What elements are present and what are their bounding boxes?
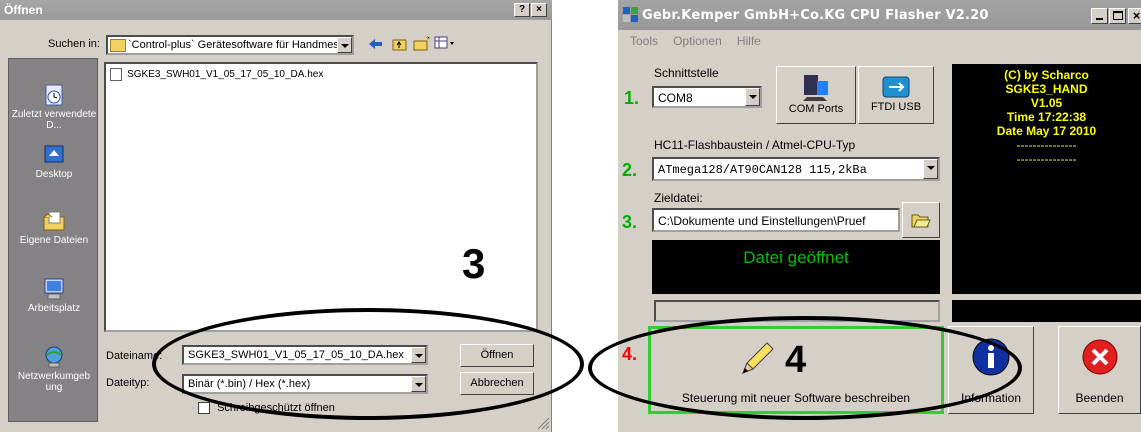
close-circle-icon (1082, 339, 1117, 375)
ftdi-usb-label: FTDI USB (870, 101, 922, 113)
place-label: Arbeitsplatz (27, 303, 81, 314)
cpu-dropdown-button[interactable] (923, 159, 938, 179)
info-line: SGKE3_HAND (1005, 82, 1088, 96)
browse-button[interactable] (902, 202, 940, 238)
lookin-value: `Control-plus` Gerätesoftware für Handme… (128, 39, 354, 51)
menu-tools[interactable]: Tools (630, 34, 658, 48)
info-line: --------------- (1016, 152, 1077, 166)
info-panel-footer (952, 300, 1141, 322)
up-folder-icon[interactable] (392, 36, 408, 51)
my-computer-icon (44, 278, 64, 300)
info-line: V1.05 (1030, 96, 1063, 110)
hex-file-icon (110, 68, 122, 81)
info-line: --------------- (1016, 138, 1077, 152)
step-1-label: 1. (624, 88, 640, 108)
list-item[interactable]: SGKE3_SWH01_V1_05_17_05_10_DA.hex (110, 68, 323, 81)
cpu-combo[interactable]: ATmega128/AT90CAN128 115,2kBa (652, 157, 940, 181)
status-panel: Datei geöffnet (652, 240, 940, 294)
place-desktop[interactable]: Desktop (9, 143, 99, 180)
maximize-button[interactable] (1109, 8, 1126, 24)
place-label: Zuletzt verwendete D... (11, 109, 97, 131)
exit-button[interactable]: Beenden (1058, 326, 1141, 414)
places-bar: Zuletzt verwendete D... Desktop Eigene D… (8, 58, 98, 422)
desktop-icon (44, 145, 64, 163)
close-icon[interactable]: × (1128, 8, 1141, 24)
target-value: C:\Dokumente und Einstellungen\Pruef (658, 214, 866, 228)
lookin-combo[interactable]: `Control-plus` Gerätesoftware für Handme… (106, 35, 354, 55)
menu-bar: Tools Optionen Hilfe (630, 34, 773, 48)
place-label: Desktop (35, 169, 73, 180)
step-2-label: 2. (622, 160, 638, 180)
exit-label: Beenden (1075, 391, 1124, 405)
status-text: Datei geöffnet (743, 248, 849, 267)
cpu-value: ATmega128/AT90CAN128 115,2kBa (658, 163, 867, 177)
lookin-dropdown-button[interactable] (337, 37, 352, 53)
close-button[interactable]: × (531, 3, 547, 17)
highlight-ellipse (152, 308, 584, 420)
step-3-label: 3. (622, 212, 638, 232)
interface-value: COM8 (658, 91, 693, 105)
minimize-button[interactable] (1091, 8, 1108, 24)
folder-icon (110, 39, 126, 52)
info-line: (C) by Scharco (1004, 68, 1089, 82)
menu-options[interactable]: Optionen (673, 34, 722, 48)
usb-icon (882, 76, 910, 98)
annotation-number-3: 3 (462, 240, 486, 287)
file-list[interactable]: SGKE3_SWH01_V1_05_17_05_10_DA.hex (104, 62, 538, 332)
app-title: Gebr.Kemper GmbH+Co.KG CPU Flasher V2.20 (642, 8, 989, 23)
place-label: Netzwerkumgeb ung (17, 371, 91, 393)
info-panel: (C) by Scharco SGKE3_HAND V1.05 Time 17:… (952, 64, 1141, 294)
open-folder-icon (911, 214, 931, 228)
help-button[interactable]: ? (514, 3, 530, 17)
interface-dropdown-button[interactable] (745, 88, 760, 106)
resize-grip-icon[interactable] (536, 416, 550, 430)
place-network[interactable]: Netzwerkumgeb ung (9, 345, 99, 393)
view-menu-icon[interactable] (434, 36, 456, 50)
target-label: Zieldatei: (654, 191, 703, 205)
highlight-ellipse (588, 316, 1022, 420)
ftdi-usb-button[interactable]: FTDI USB (858, 66, 934, 124)
place-label: Eigene Dateien (19, 235, 89, 246)
new-folder-icon[interactable] (413, 35, 431, 51)
app-icon (623, 7, 638, 22)
network-icon (45, 346, 63, 368)
place-my-documents[interactable]: Eigene Dateien (9, 209, 99, 246)
dialog-title: Öffnen (4, 3, 43, 17)
info-line: Date May 17 2010 (996, 124, 1097, 138)
app-title-bar: Gebr.Kemper GmbH+Co.KG CPU Flasher V2.20… (618, 0, 1141, 30)
info-line: Time 17:22:38 (1006, 110, 1087, 124)
recent-icon (45, 84, 63, 106)
place-my-computer[interactable]: Arbeitsplatz (9, 277, 99, 314)
lookin-label: Suchen in: (48, 38, 100, 50)
place-recent[interactable]: Zuletzt verwendete D... (9, 83, 99, 131)
my-documents-icon (43, 211, 65, 231)
interface-combo[interactable]: COM8 (652, 86, 762, 108)
menu-help[interactable]: Hilfe (737, 34, 761, 48)
dialog-title-bar: Öffnen ? × (0, 0, 552, 20)
filetype-label: Dateityp: (106, 377, 150, 389)
target-file-field[interactable]: C:\Dokumente und Einstellungen\Pruef (652, 208, 900, 232)
back-arrow-icon[interactable] (368, 37, 384, 51)
file-name: SGKE3_SWH01_V1_05_17_05_10_DA.hex (127, 69, 324, 80)
interface-label: Schnittstelle (654, 66, 719, 80)
com-ports-button[interactable]: COM Ports (776, 66, 856, 124)
cpu-label: HC11-Flashbaustein / Atmel-CPU-Typ (654, 138, 856, 152)
com-ports-label: COM Ports (788, 103, 844, 115)
serial-port-icon (803, 75, 828, 101)
readonly-checkbox[interactable] (198, 402, 210, 415)
